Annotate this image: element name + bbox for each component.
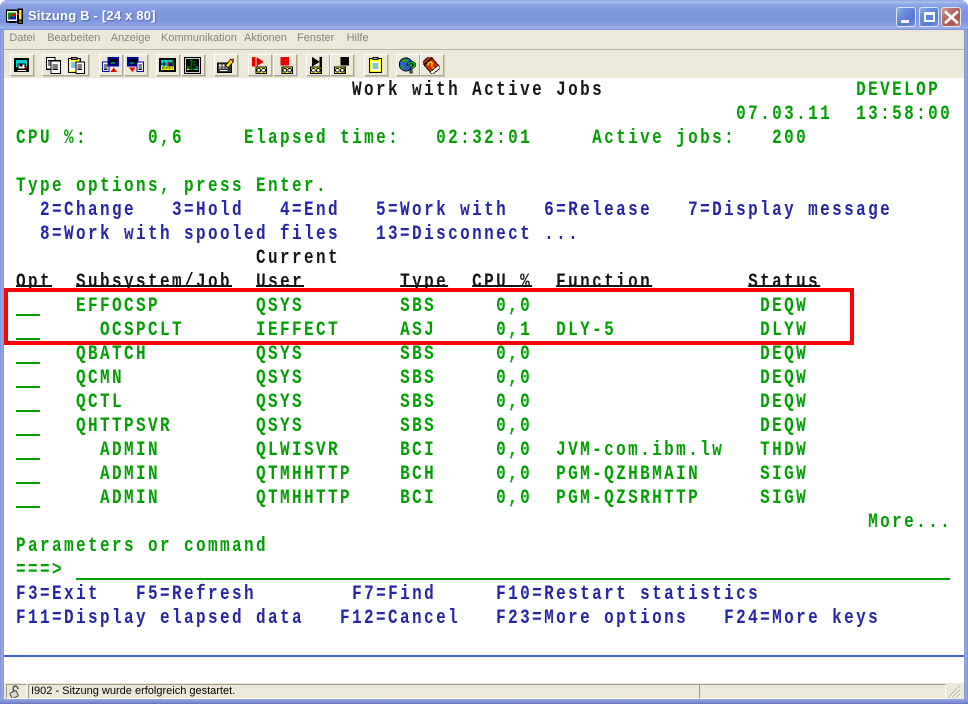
svg-text:?: ? — [406, 58, 416, 74]
